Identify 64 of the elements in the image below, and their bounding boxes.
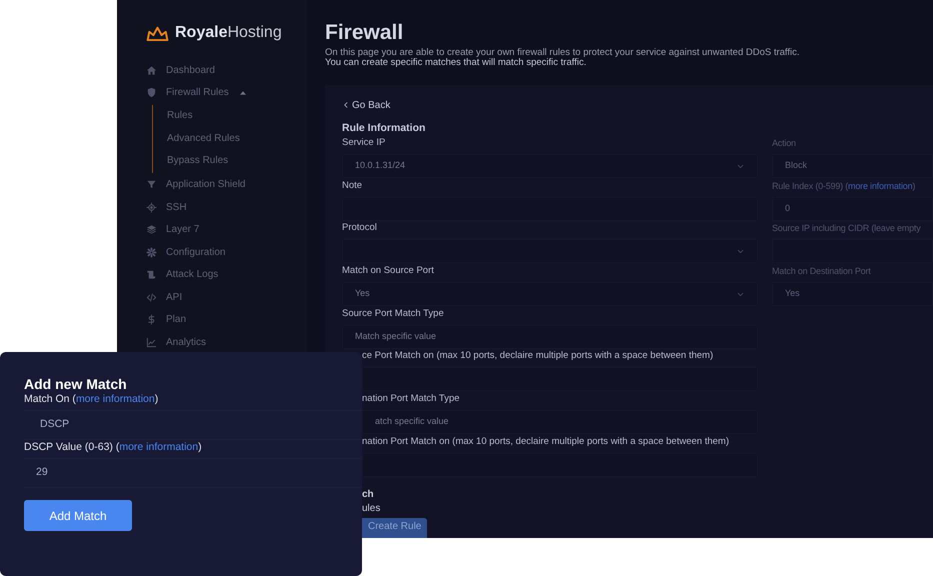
back-link[interactable]: Go Back [342,98,390,112]
field-label: ce Port Match on (max 10 ports, declaire multiple ports with a space between them) [362,349,714,364]
input-field[interactable]: DSCP [24,410,362,440]
page-title: Firewall [325,20,404,46]
scroll-icon [146,269,157,280]
field-label: nation Port Match Type [362,392,460,406]
nav-item[interactable]: Analytics [146,331,206,354]
field-label: Action [772,137,796,150]
input-field[interactable]: 29 [24,458,362,488]
filter-icon [146,179,157,190]
dollar-icon [146,314,157,326]
field-label: Note [342,178,362,193]
field-label: Protocol [342,221,377,236]
input-field[interactable] [362,452,758,477]
info-link[interactable]: more information [76,393,155,405]
input-field[interactable]: 0 [772,196,933,221]
crosshair-icon [146,202,157,213]
nav-item[interactable]: Configuration [146,241,226,264]
select-field[interactable]: Yes [342,282,758,306]
chart-icon [146,336,157,348]
info-link[interactable]: more information [848,180,912,191]
gear-icon [146,246,157,258]
add-match-button[interactable]: Add Match [24,500,132,531]
brand-logo: RoyaleHosting [175,25,282,41]
input-field[interactable]: atch specific value [362,410,758,434]
home-icon [146,64,157,76]
dialog-title: Add new Match [24,376,127,392]
layers-icon [146,224,157,236]
nav-subitem[interactable]: Rules [167,105,193,128]
section-title: ch [362,488,374,502]
nav-item[interactable]: API [146,286,182,308]
chevron-left-icon [342,101,350,109]
select-field[interactable]: 10.0.1.31/24 [342,154,758,178]
field-label: Match on Source Port [342,264,434,278]
field-label: Match On (more information) [24,392,158,406]
nav-item[interactable]: Plan [146,308,186,331]
input-field[interactable]: Block [772,154,933,178]
info-link[interactable]: more information [119,441,198,453]
nav-item[interactable]: SSH [146,196,187,218]
nav-item[interactable]: Layer 7 [146,218,200,241]
field-label: DSCP Value (0-63) (more information) [24,440,202,454]
description-text: On this page you are able to create your own firewall rules to protect your service against unwanted DDoS traffic. [325,48,801,58]
nav-subitem[interactable]: Bypass Rules [167,150,228,172]
code-icon [146,292,157,303]
input-field[interactable]: Match specific value [342,324,758,349]
field-label: Source IP including CIDR (leave empty [772,222,921,236]
nav-subitem[interactable]: Advanced Rules [167,128,240,150]
nav-item[interactable]: Attack Logs [146,264,218,286]
section-title: Rule Information [342,121,426,135]
shield-icon [146,87,157,98]
nav-item[interactable]: Firewall Rules [146,82,246,104]
section-text: ules [362,502,380,516]
field-label: Rule Index (0-599) (more information) [772,180,916,193]
description-text: You can create specific matches that will match specific traffic. [325,58,588,68]
nav-item[interactable]: Dashboard [146,59,215,82]
field-label: Source Port Match Type [342,306,444,321]
create-rule-button[interactable]: Create Rule [362,518,428,538]
field-label: Service IP [342,136,386,150]
select-field[interactable] [342,239,758,264]
input-field[interactable]: Yes [772,282,933,306]
field-label: Match on Destination Port [772,265,871,278]
crown-icon [146,24,169,42]
field-label: nation Port Match on (max 10 ports, declaire multiple ports with a space between them) [362,434,729,449]
nav-item[interactable]: Application Shield [146,174,246,196]
